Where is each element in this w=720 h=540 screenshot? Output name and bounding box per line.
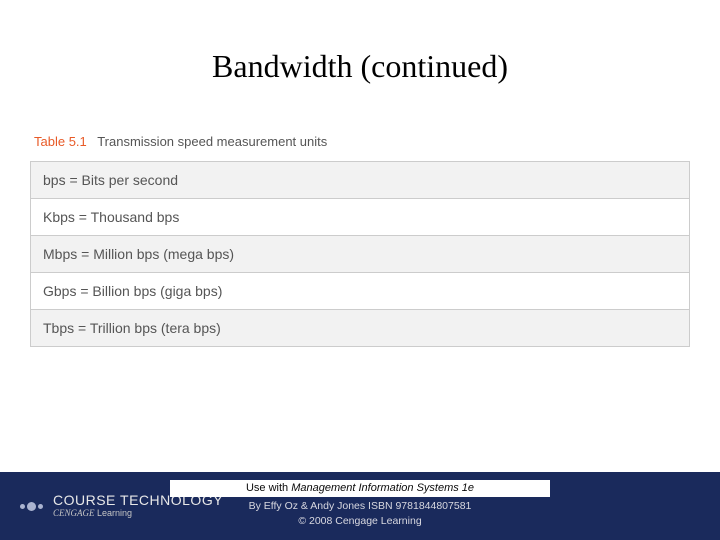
- footer-byline: By Effy Oz & Andy Jones ISBN 97818448075…: [170, 499, 550, 514]
- table-cell: Gbps = Billion bps (giga bps): [31, 273, 690, 310]
- footer-use-line: Use with Management Information Systems …: [170, 480, 550, 497]
- table-cell: Kbps = Thousand bps: [31, 199, 690, 236]
- footer-center: Use with Management Information Systems …: [170, 480, 550, 529]
- table-row: Kbps = Thousand bps: [31, 199, 690, 236]
- footer-copyright: © 2008 Cengage Learning: [170, 514, 550, 529]
- table-row: Tbps = Trillion bps (tera bps): [31, 310, 690, 347]
- table-container: Table 5.1 Transmission speed measurement…: [30, 125, 690, 347]
- logo-dots-icon: [20, 502, 43, 511]
- slide-footer: COURSE TECHNOLOGY CENGAGE Learning Use w…: [0, 472, 720, 540]
- slide-title: Bandwidth (continued): [0, 0, 720, 125]
- table-label: Table 5.1: [34, 134, 87, 149]
- table-row: Mbps = Million bps (mega bps): [31, 236, 690, 273]
- table-caption: Transmission speed measurement units: [97, 134, 327, 149]
- table-row: bps = Bits per second: [31, 162, 690, 199]
- table-row: Gbps = Billion bps (giga bps): [31, 273, 690, 310]
- table-cell: Mbps = Million bps (mega bps): [31, 236, 690, 273]
- table-cell: Tbps = Trillion bps (tera bps): [31, 310, 690, 347]
- table-cell: bps = Bits per second: [31, 162, 690, 199]
- table-header: Table 5.1 Transmission speed measurement…: [30, 125, 690, 161]
- units-table: bps = Bits per second Kbps = Thousand bp…: [30, 161, 690, 347]
